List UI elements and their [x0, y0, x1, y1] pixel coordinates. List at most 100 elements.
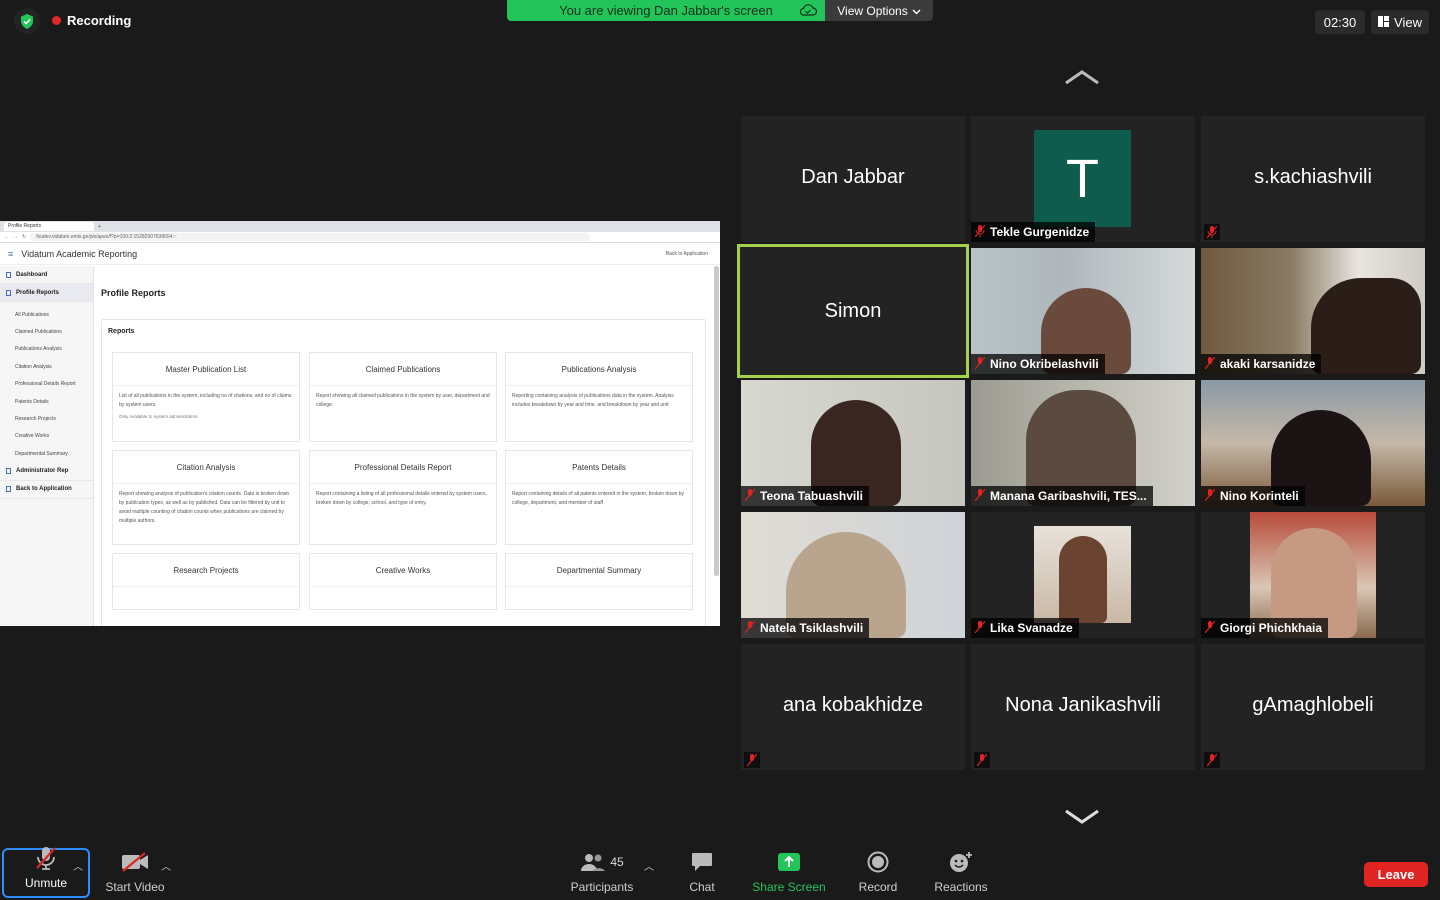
- participant-tile[interactable]: Dan Jabbar: [741, 116, 965, 242]
- mic-muted-icon: [974, 752, 990, 768]
- view-layout-button[interactable]: View: [1371, 10, 1429, 34]
- participant-tile[interactable]: Teona Tabuashvili: [741, 380, 965, 506]
- report-card[interactable]: Publications Analysis Reporting containin…: [505, 352, 693, 442]
- participant-tile[interactable]: Nona Janikashvili: [971, 644, 1195, 770]
- report-card[interactable]: Claimed Publications Report showing all c…: [309, 352, 497, 442]
- view-label: View: [1394, 14, 1422, 30]
- participant-tile[interactable]: akaki karsanidze: [1201, 248, 1425, 374]
- sidebar-sub-item[interactable]: Research Projects: [0, 410, 93, 427]
- participant-tile[interactable]: ana kobakhidze: [741, 644, 965, 770]
- page-title: Profile Reports: [101, 288, 166, 298]
- document-icon: [6, 468, 11, 475]
- browser-tab[interactable]: Profile Reports: [4, 222, 94, 231]
- mic-muted-icon: [744, 620, 756, 636]
- browser-tab-strip: Profile Reports +: [0, 221, 720, 232]
- sidebar-sub-item[interactable]: All Publications: [0, 306, 93, 323]
- report-card[interactable]: Departmental Summary: [505, 553, 693, 610]
- report-card-title: Claimed Publications: [310, 353, 496, 386]
- participant-tile[interactable]: Nino Korinteli: [1201, 380, 1425, 506]
- sidebar-sub-item[interactable]: Claimed Publications: [0, 323, 93, 340]
- mic-muted-icon: [1204, 620, 1216, 636]
- view-options-button[interactable]: View Options: [825, 0, 933, 21]
- leave-button[interactable]: Leave: [1364, 862, 1428, 887]
- people-icon: [581, 854, 606, 871]
- app-header: ≡ Vidatum Academic Reporting Back to App…: [0, 243, 720, 265]
- report-card[interactable]: Master Publication List List of all publi…: [112, 352, 300, 442]
- participant-tile[interactable]: Giorgi Phichkhaia: [1201, 512, 1425, 638]
- reload-icon[interactable]: ↻: [22, 234, 26, 240]
- sidebar-item-label: Profile Reports: [16, 289, 60, 296]
- sidebar-item-back[interactable]: Back to Application: [0, 481, 93, 499]
- report-card[interactable]: Research Projects: [112, 553, 300, 610]
- mic-muted-icon: [1204, 752, 1220, 768]
- sidebar-sub-item[interactable]: Citation Analysis: [0, 358, 93, 375]
- meeting-timer: 02:30: [1315, 10, 1365, 34]
- sidebar-item-dashboard[interactable]: Dashboard: [0, 266, 93, 284]
- participant-tile[interactable]: Manana Garibashvili, TES...: [971, 380, 1195, 506]
- report-card[interactable]: Patents Details Report containing details…: [505, 450, 693, 545]
- sidebar-sub-item[interactable]: Creative Works: [0, 428, 93, 445]
- sidebar-sub-item[interactable]: Publications Analysis: [0, 341, 93, 358]
- back-to-application-link[interactable]: Back to Application: [666, 251, 708, 257]
- unmute-button[interactable]: Unmute: [2, 846, 90, 898]
- start-video-button[interactable]: Start Video: [98, 846, 172, 900]
- document-icon: [6, 486, 11, 493]
- report-card[interactable]: Creative Works: [309, 553, 497, 610]
- grid-layout-icon: [1378, 15, 1390, 30]
- sidebar-item-label: Back to Application: [16, 486, 72, 493]
- participant-tile[interactable]: Natela Tsiklashvili: [741, 512, 965, 638]
- sidebar-item-administrator[interactable]: Administrator Rep: [0, 463, 93, 481]
- app-sidebar: Dashboard Profile Reports All Publicatio…: [0, 266, 94, 626]
- recording-indicator[interactable]: Recording: [52, 13, 131, 28]
- participant-tile[interactable]: s.kachiashvili: [1201, 116, 1425, 242]
- hamburger-menu-icon[interactable]: ≡: [8, 249, 13, 259]
- viewing-screen-banner: You are viewing Dan Jabbar's screen: [507, 0, 825, 21]
- gallery-next-chevron-down-icon[interactable]: [1064, 808, 1100, 831]
- video-options-chevron-up-icon[interactable]: ︿: [161, 858, 171, 873]
- participant-label: Teona Tabuashvili: [741, 486, 869, 506]
- participant-label: akaki karsanidze: [1201, 354, 1322, 374]
- new-tab-icon[interactable]: +: [98, 224, 101, 230]
- participant-label: Nino Korinteli: [1201, 486, 1305, 506]
- participant-label-text: Nino Okribelashvili: [990, 357, 1099, 371]
- participant-tile[interactable]: T Tekle Gurgenidze: [971, 116, 1195, 242]
- reports-region: Reports Master Publication List List of a…: [101, 319, 706, 626]
- reports-label: Reports: [108, 328, 135, 335]
- mic-muted-icon: [1204, 356, 1216, 372]
- chat-button[interactable]: Chat: [676, 846, 728, 900]
- participant-tile[interactable]: Lika Svanadze: [971, 512, 1195, 638]
- participant-label: Giorgi Phichkhaia: [1201, 618, 1329, 638]
- cloud-icon: [799, 3, 818, 20]
- mic-muted-icon: [974, 224, 986, 240]
- participant-tile[interactable]: Nino Okribelashvili: [971, 248, 1195, 374]
- participant-tile-active-speaker[interactable]: Simon: [737, 244, 969, 378]
- forward-arrow-icon[interactable]: →: [13, 234, 18, 240]
- record-button[interactable]: Record: [852, 846, 904, 900]
- participant-label-text: Giorgi Phichkhaia: [1220, 621, 1323, 635]
- url-field[interactable]: fsudev.vidatum.emis.ge/pls/apex/f?p=100:…: [30, 233, 591, 241]
- report-card[interactable]: Citation Analysis Report showing analysis…: [112, 450, 300, 545]
- sidebar-sub-item[interactable]: Professional Details Report: [0, 376, 93, 393]
- gallery-prev-chevron-up-icon[interactable]: [1064, 68, 1100, 91]
- sidebar-sub-item[interactable]: Departmental Summary: [0, 445, 93, 462]
- participant-label: Manana Garibashvili, TES...: [971, 486, 1153, 506]
- participant-label: Natela Tsiklashvili: [741, 618, 870, 638]
- participants-options-chevron-up-icon[interactable]: ︿: [644, 858, 654, 873]
- audio-options-chevron-up-icon[interactable]: ︿: [73, 858, 83, 873]
- mic-muted-icon: [35, 846, 57, 870]
- participant-name: s.kachiashvili: [1254, 166, 1372, 188]
- participant-tile[interactable]: gAmaghlobeli: [1201, 644, 1425, 770]
- participant-label-text: Lika Svanadze: [990, 621, 1073, 635]
- sidebar-sub-item[interactable]: Patents Details: [0, 393, 93, 410]
- participant-label-text: akaki karsanidze: [1220, 357, 1316, 371]
- security-shield-icon[interactable]: [14, 8, 40, 34]
- page-scrollbar[interactable]: [714, 266, 719, 576]
- reactions-button[interactable]: Reactions: [928, 846, 994, 900]
- sidebar-item-profile-reports[interactable]: Profile Reports: [0, 284, 93, 302]
- report-card[interactable]: Professional Details Report Report contai…: [309, 450, 497, 545]
- share-screen-button[interactable]: Share Screen: [746, 846, 832, 900]
- shared-screen[interactable]: Profile Reports + ← → ↻ fsudev.vidatum.e…: [0, 221, 720, 626]
- participant-label-text: Tekle Gurgenidze: [990, 225, 1090, 239]
- back-arrow-icon[interactable]: ←: [4, 234, 9, 240]
- participants-button[interactable]: 45 Participants: [562, 846, 642, 900]
